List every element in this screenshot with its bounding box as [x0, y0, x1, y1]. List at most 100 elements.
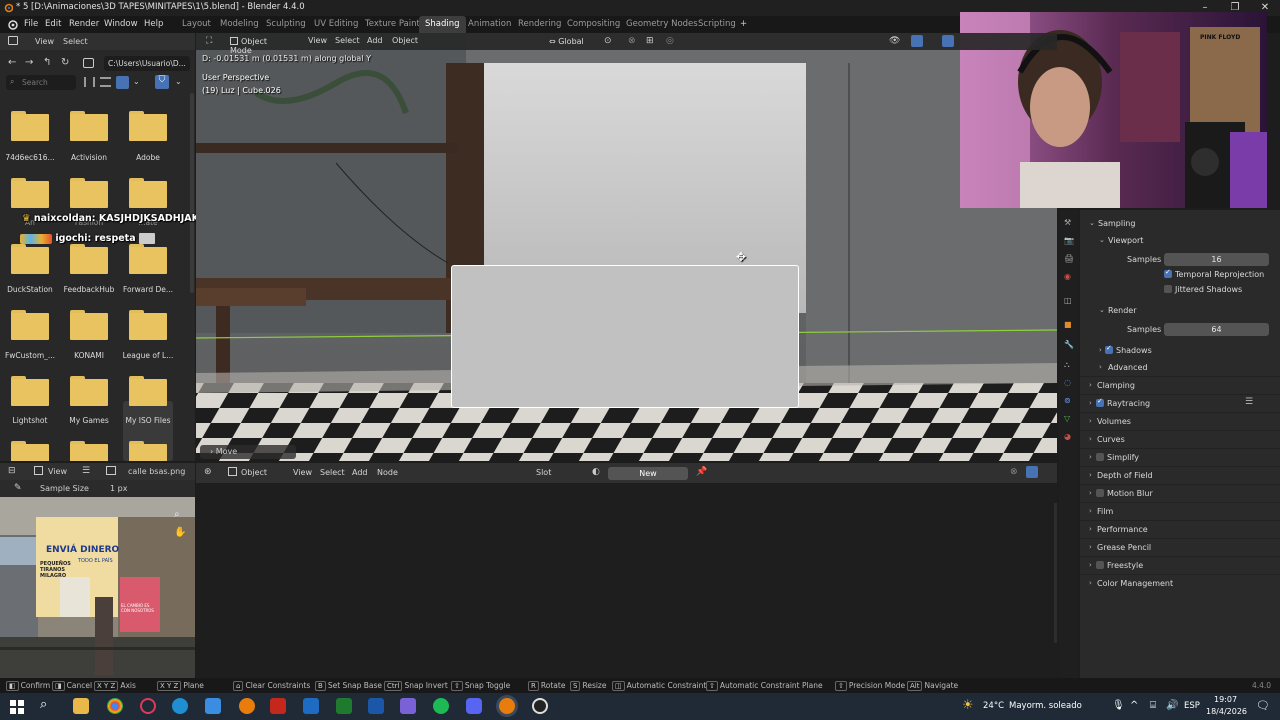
advanced-label[interactable]: Advanced — [1108, 363, 1148, 372]
collapse-arrow-icon[interactable]: › — [1089, 453, 1092, 461]
pivot-point-icon[interactable]: ⊙ — [604, 36, 612, 46]
section-volumes[interactable]: Volumes — [1097, 417, 1131, 426]
filter-dropdown-icon[interactable]: ⌄ — [175, 77, 182, 86]
viewport-samples-field[interactable]: 16 — [1164, 253, 1269, 266]
windows-start-icon[interactable] — [10, 700, 24, 714]
collapse-arrow-icon[interactable]: › — [1099, 363, 1102, 371]
section-raytracing[interactable]: Raytracing — [1107, 399, 1150, 408]
menu-window[interactable]: Window — [104, 19, 138, 29]
sample-size-value[interactable]: 1 px — [110, 484, 127, 493]
gizmo-toggle-icon[interactable] — [911, 35, 923, 47]
folder-icon[interactable] — [129, 178, 167, 208]
shader-scrollbar[interactable] — [1054, 503, 1057, 643]
folder-icon[interactable] — [11, 178, 49, 208]
editor-type-icon[interactable]: ⛶ — [206, 36, 212, 46]
weather-description[interactable]: Mayorm. soleado — [1009, 701, 1082, 711]
jittered-shadows-checkbox[interactable] — [1164, 285, 1172, 293]
workspace-tab-uv-editing[interactable]: UV Editing — [308, 16, 364, 33]
folder-icon[interactable] — [11, 376, 49, 406]
section-sampling[interactable]: Sampling — [1098, 219, 1135, 228]
sh-menu-add[interactable]: Add — [352, 468, 368, 477]
subsection-viewport[interactable]: Viewport — [1108, 236, 1143, 245]
display-vertical-list-icon[interactable] — [84, 77, 95, 87]
clock-date[interactable]: 18/4/2026 — [1206, 707, 1247, 716]
constraints-tab-icon[interactable]: ⊚ — [1064, 396, 1071, 405]
collapse-arrow-icon[interactable]: › — [1089, 435, 1092, 443]
section-clamping[interactable]: Clamping — [1097, 381, 1135, 390]
folder-icon[interactable] — [11, 244, 49, 274]
section-color-management[interactable]: Color Management — [1097, 579, 1173, 588]
app-icon[interactable] — [400, 698, 416, 714]
chevron-down-icon[interactable]: ⌄ — [133, 77, 140, 86]
render-tab-icon[interactable]: 📷 — [1064, 236, 1074, 245]
menu-file[interactable]: File — [24, 19, 38, 29]
vp-menu-view[interactable]: View — [308, 36, 327, 45]
section-freestyle[interactable]: Freestyle — [1107, 561, 1143, 570]
blender-menu-icon[interactable] — [6, 19, 18, 30]
section-depth-of-field[interactable]: Depth of Field — [1097, 471, 1153, 480]
parent-folder-icon[interactable]: ↰ — [43, 57, 51, 68]
folder-icon[interactable] — [129, 376, 167, 406]
folder-icon[interactable] — [11, 441, 49, 461]
snap-target-icon[interactable]: ⊞ — [646, 36, 654, 46]
workspace-tab-modeling[interactable]: Modeling — [214, 16, 265, 33]
shadows-checkbox[interactable] — [1105, 344, 1113, 354]
collapse-arrow-icon[interactable]: › — [1089, 471, 1092, 479]
physics-tab-icon[interactable]: ◌ — [1064, 378, 1071, 387]
overlay-toggle-icon[interactable] — [942, 35, 954, 47]
output-tab-icon[interactable]: 🖨 — [1064, 254, 1074, 263]
menu-edit[interactable]: Edit — [45, 19, 61, 29]
workspace-tab-layout[interactable]: Layout — [176, 16, 217, 33]
menu-help[interactable]: Help — [144, 19, 163, 29]
chevron-up-icon[interactable]: ^ — [1130, 700, 1138, 711]
simplify-checkbox[interactable] — [1096, 453, 1104, 461]
vp-menu-object[interactable]: Object — [392, 36, 418, 45]
image-editor-type-icon[interactable]: ⊟ — [8, 466, 16, 476]
collapse-arrow-icon[interactable]: › — [1089, 381, 1092, 389]
add-workspace-button[interactable]: + — [734, 16, 753, 33]
ie-menu-view[interactable]: View — [48, 467, 67, 476]
view-layer-tab-icon[interactable]: ◉ — [1064, 272, 1071, 281]
new-material-button[interactable]: New — [608, 467, 688, 480]
spotify-icon[interactable] — [433, 698, 449, 714]
expand-arrow-icon[interactable]: ⌄ — [1089, 219, 1095, 227]
scene-tab-icon[interactable]: ◫ — [1064, 296, 1072, 305]
folder-icon[interactable] — [11, 310, 49, 340]
collapse-arrow-icon[interactable]: › — [1089, 579, 1092, 587]
collapse-arrow-icon[interactable]: › — [1089, 489, 1092, 497]
opera-icon[interactable] — [140, 698, 156, 714]
freestyle-checkbox[interactable] — [1096, 561, 1104, 569]
collapse-arrow-icon[interactable]: › — [1089, 507, 1092, 515]
visibility-icon[interactable]: 👁 — [889, 36, 900, 46]
shader-type-selector[interactable]: Object — [241, 468, 267, 477]
edge-icon[interactable] — [172, 698, 188, 714]
slot-selector[interactable]: Slot — [536, 468, 551, 477]
file-search-input[interactable]: Search — [6, 75, 76, 90]
view-mode-icon[interactable] — [34, 466, 43, 475]
sh-menu-node[interactable]: Node — [377, 468, 398, 477]
sh-menu-select[interactable]: Select — [320, 468, 345, 477]
microphone-icon[interactable]: 🎙 — [1112, 700, 1125, 711]
transform-orientation-selector[interactable]: ⇔ Global — [545, 35, 593, 48]
folder-icon[interactable] — [11, 111, 49, 141]
blender-active-icon[interactable] — [499, 698, 515, 714]
snap-icon[interactable]: ⊗ — [628, 36, 636, 46]
blender-taskbar-icon[interactable] — [239, 698, 255, 714]
section-curves[interactable]: Curves — [1097, 435, 1125, 444]
material-tab-icon[interactable]: ◕ — [1064, 432, 1071, 441]
modifier-tab-icon[interactable]: 🔧 — [1064, 340, 1074, 349]
menu-lines-icon[interactable]: ☰ — [82, 466, 90, 476]
proportional-edit-icon[interactable]: ◎ — [666, 36, 674, 46]
folder-icon[interactable] — [70, 244, 108, 274]
folder-icon[interactable] — [129, 441, 167, 461]
raytracing-checkbox[interactable] — [1096, 397, 1104, 407]
new-folder-icon[interactable] — [83, 58, 94, 68]
workspace-tab-compositing[interactable]: Compositing — [561, 16, 626, 33]
clock-time[interactable]: 19:07 — [1214, 695, 1237, 704]
workspace-tab-sculpting[interactable]: Sculpting — [260, 16, 312, 33]
visual-studio-icon[interactable] — [368, 698, 384, 714]
back-arrow-icon[interactable]: ← — [8, 57, 16, 68]
subsection-render[interactable]: Render — [1108, 306, 1136, 315]
section-grease-pencil[interactable]: Grease Pencil — [1097, 543, 1151, 552]
file-path-field[interactable]: C:\Users\Usuario\D... — [104, 56, 190, 71]
